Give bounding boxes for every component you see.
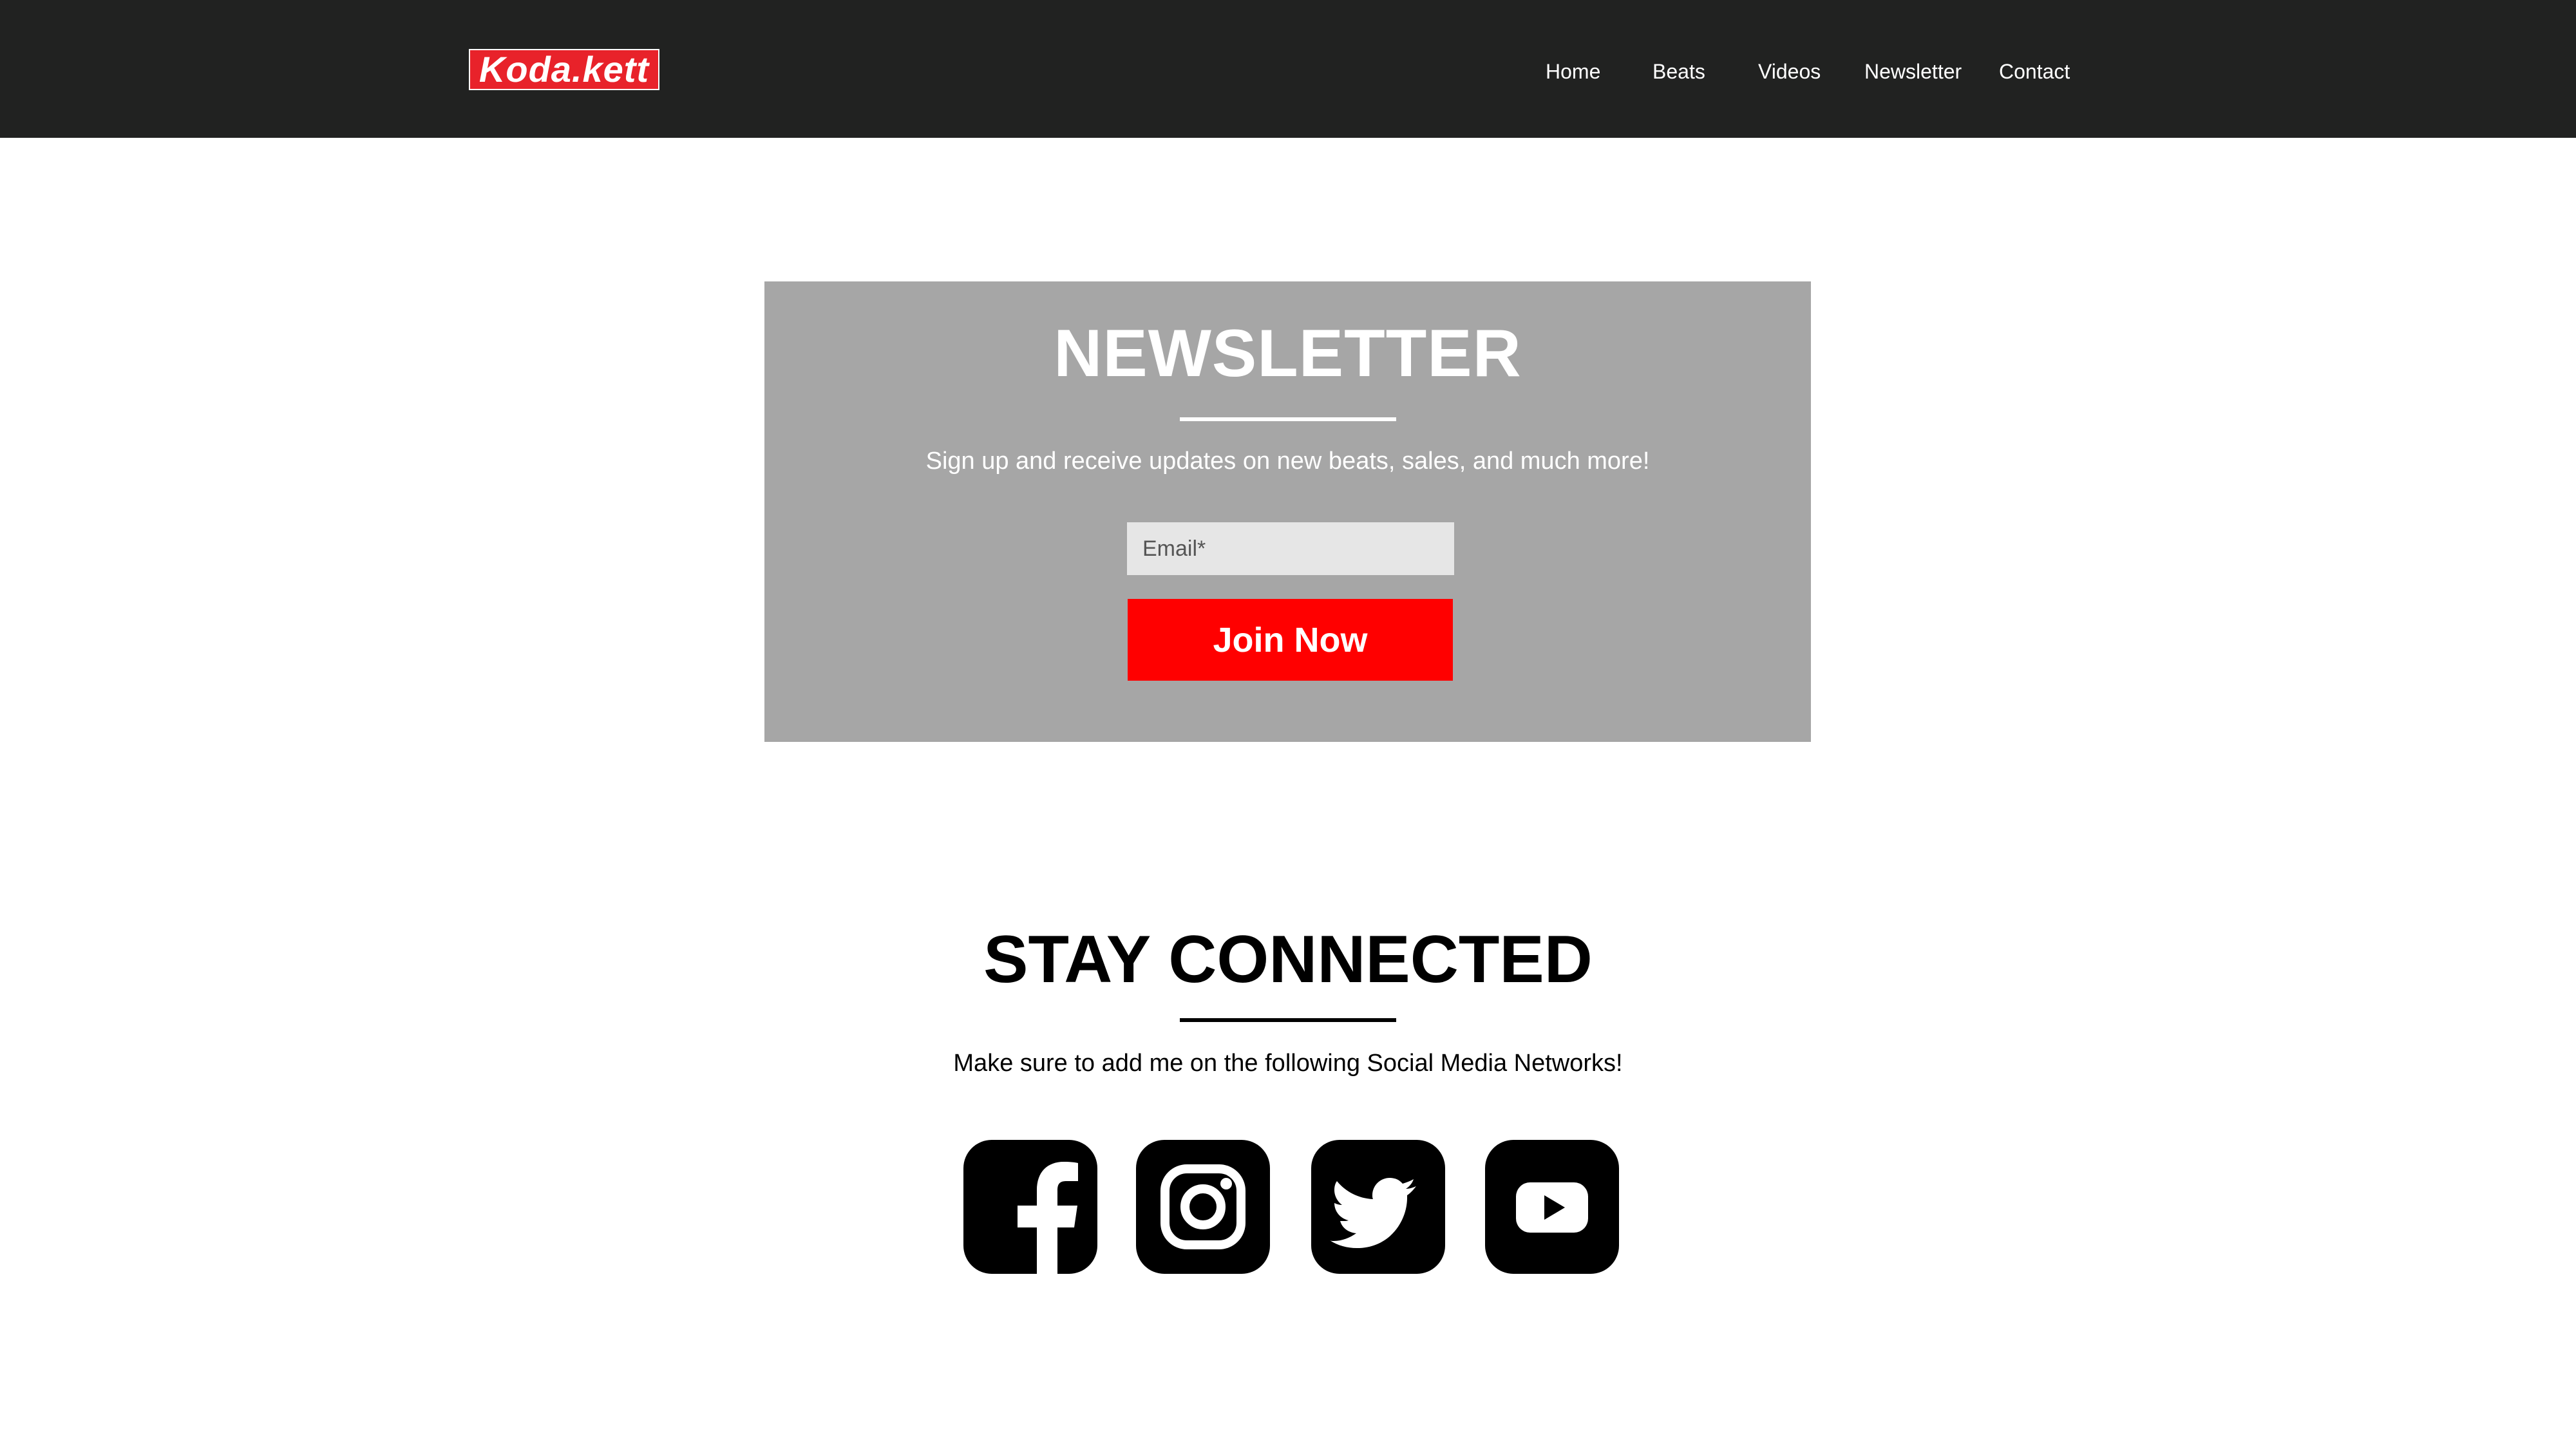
nav-videos-link[interactable]: Videos <box>1758 55 1821 88</box>
nav-newsletter-link[interactable]: Newsletter <box>1864 55 1962 88</box>
twitter-link[interactable] <box>1311 1140 1445 1274</box>
instagram-link[interactable] <box>1136 1140 1270 1274</box>
instagram-icon <box>1160 1164 1245 1249</box>
nav-beats-link[interactable]: Beats <box>1653 55 1705 88</box>
site-logo[interactable]: Koda.kett <box>469 49 659 90</box>
youtube-icon <box>1516 1182 1588 1233</box>
site-header: Koda.kett Home Beats Videos Newsletter C… <box>0 0 2576 138</box>
email-field[interactable] <box>1127 522 1454 575</box>
newsletter-section: NEWSLETTER Sign up and receive updates o… <box>764 281 1811 742</box>
youtube-link[interactable] <box>1485 1140 1619 1274</box>
newsletter-title: NEWSLETTER <box>1054 316 1522 391</box>
facebook-icon <box>1018 1162 1078 1274</box>
newsletter-divider <box>1180 417 1396 421</box>
stay-connected-divider <box>1180 1018 1396 1022</box>
twitter-icon <box>1330 1178 1416 1248</box>
nav-contact-link[interactable]: Contact <box>1999 55 2070 88</box>
stay-connected-subtitle: Make sure to add me on the following Soc… <box>953 1050 1623 1077</box>
stay-connected-title: STAY CONNECTED <box>983 922 1593 997</box>
facebook-link[interactable] <box>963 1140 1097 1274</box>
join-now-button[interactable]: Join Now <box>1128 599 1453 681</box>
nav-home-link[interactable]: Home <box>1546 55 1600 88</box>
newsletter-subtitle: Sign up and receive updates on new beats… <box>925 448 1650 475</box>
